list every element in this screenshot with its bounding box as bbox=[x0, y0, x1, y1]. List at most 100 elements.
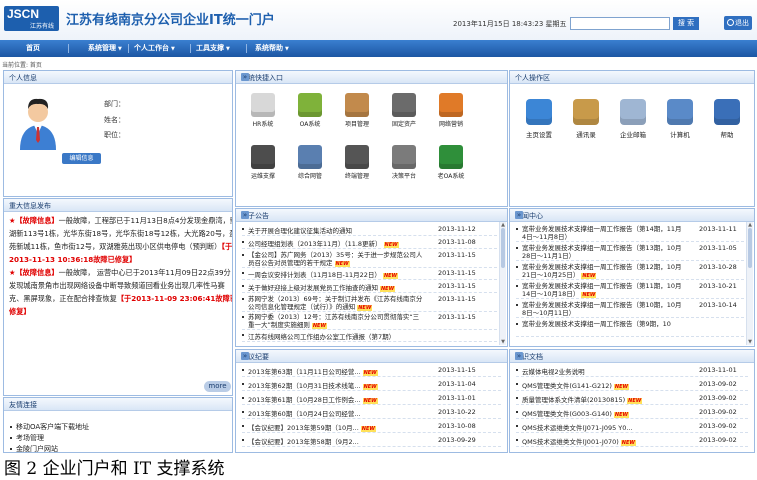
list-item-text: 云媒体电视2业务说明 bbox=[522, 368, 585, 376]
system-shortcut[interactable]: 决策平台 bbox=[384, 145, 424, 180]
list-item-text: 宽带业务发展技术支撑组一周工作报告（第11期，10月14日～10月18日） bbox=[522, 282, 682, 298]
list-item[interactable]: QMS管理类文件(G141-G212) NEW 2013-09-02 bbox=[516, 379, 748, 391]
more-icon[interactable]: » bbox=[241, 211, 249, 219]
list-item-text: 2013年第63期（11月11日公司经营... bbox=[248, 368, 361, 376]
bullet-icon bbox=[242, 285, 244, 287]
exit-button[interactable]: 退出 bbox=[724, 16, 752, 30]
more-button[interactable]: more bbox=[204, 381, 231, 392]
announcement-item[interactable]: ★【故障信息】一般故障，工程部已于11月13日8点4分发现金鼎湾，鄢湖新113号… bbox=[9, 216, 232, 264]
list-item-text: 一周会议安排计划表（11月18日-11月22日） bbox=[248, 271, 381, 279]
system-shortcut[interactable]: HR系统 bbox=[243, 93, 283, 128]
system-shortcut[interactable]: 固定资产 bbox=[384, 93, 424, 128]
system-shortcut[interactable]: 运维支撑 bbox=[243, 145, 283, 180]
scrollbar[interactable]: ▲ ▼ bbox=[499, 222, 506, 345]
quick-link-item[interactable]: 考场管理 bbox=[10, 433, 44, 443]
bullet-icon bbox=[516, 369, 518, 371]
hr-icon bbox=[251, 93, 275, 117]
list-item[interactable]: 【会议纪要】2013年第58期（9月2... 2013-09-29 bbox=[242, 435, 501, 447]
personal-op[interactable]: 通讯录 bbox=[564, 99, 608, 139]
list-item[interactable]: 2013年第60期（10月24日公司经营... 2013-10-22 bbox=[242, 407, 501, 419]
chevron-down-icon: ▼ bbox=[171, 46, 175, 52]
list-item[interactable]: 关于开展合理化建议征集活动的通知 2013-11-12 bbox=[242, 224, 497, 236]
announcement-item[interactable]: ★【故障信息】一般故障， 运营中心已于2013年11月09日22点39分发现城南… bbox=[9, 268, 232, 316]
list-item-text: 质量管理体系文件清单(20130815) bbox=[522, 396, 626, 404]
system-shortcut[interactable]: 综合网管 bbox=[290, 145, 330, 180]
scrollbar[interactable]: ▲ ▼ bbox=[746, 222, 753, 345]
list-item-date: 2013-09-02 bbox=[699, 380, 737, 388]
search-button[interactable]: 搜 索 bbox=[673, 17, 699, 30]
nav-system-help[interactable]: 系统帮助 ▼ bbox=[255, 40, 289, 57]
more-icon[interactable]: » bbox=[241, 73, 249, 81]
list-item-title: 质量管理体系文件清单(20130815) NEW bbox=[522, 394, 684, 404]
nav-system-management[interactable]: 系统管理 ▼ bbox=[88, 40, 122, 57]
list-item[interactable]: 2013年第62期（10月31日技术线笔... NEW 2013-11-04 bbox=[242, 379, 501, 391]
list-item-text: 关于开展合理化建议征集活动的通知 bbox=[248, 227, 352, 235]
list-item[interactable]: 宽带业务发展技术支撑组一周工作报告（第13期，10月28日～11月1日） 2013… bbox=[516, 243, 744, 261]
terminal-icon bbox=[345, 145, 369, 169]
old-oa-icon bbox=[439, 145, 463, 169]
announcement-tag: ★【故障信息】 bbox=[9, 216, 59, 225]
list-item[interactable]: 宽带业务发展技术支撑组一周工作报告（第11期，10月14日～10月18日） NEW… bbox=[516, 281, 744, 299]
oa-icon bbox=[298, 93, 322, 117]
bullet-icon bbox=[516, 383, 518, 385]
system-shortcut[interactable]: 网络营销 bbox=[431, 93, 471, 128]
nav-home[interactable]: 首页 bbox=[26, 40, 40, 57]
more-icon[interactable]: » bbox=[241, 352, 249, 360]
panel-title: 个人信息 bbox=[9, 74, 37, 82]
system-shortcut[interactable]: 终端管理 bbox=[337, 145, 377, 180]
personal-op[interactable]: 主页设置 bbox=[517, 99, 561, 139]
personal-op[interactable]: 企业邮箱 bbox=[611, 99, 655, 139]
more-icon[interactable]: » bbox=[515, 211, 523, 219]
list-item[interactable]: 宽带业务发展技术支撑组一周工作报告（第12期，10月21日～10月25日） NEW… bbox=[516, 262, 744, 280]
chevron-down-icon: ▼ bbox=[226, 46, 230, 52]
list-item[interactable]: 2013年第63期（11月11日公司经营... NEW 2013-11-15 bbox=[242, 365, 501, 377]
list-item-title: 江苏有线网络公司工作组办公室工作通报（第7期） bbox=[248, 331, 424, 341]
list-item-title: 【会议纪要】2013年第58期（9月2... bbox=[248, 436, 424, 446]
list-item[interactable]: 公司经理组划表（2013年11月）（11.8更新） NEW 2013-11-08 bbox=[242, 237, 497, 249]
list-item-text: 宽带业务发展技术支撑组一周工作报告（第10期，10月8日～10月11日） bbox=[522, 301, 682, 317]
jscn-logo: JSCN 江苏有线 bbox=[4, 6, 59, 31]
bullet-icon bbox=[242, 425, 244, 427]
personal-op[interactable]: 计算机 bbox=[658, 99, 702, 139]
list-item[interactable]: 苏网宁发（2013）69号：关于制订并发布《江苏有线南京分公司信息化管理规定（试… bbox=[242, 294, 497, 312]
list-item[interactable]: 一周会议安排计划表（11月18日-11月22日） NEW 2013-11-15 bbox=[242, 268, 497, 280]
system-shortcut[interactable]: OA系统 bbox=[290, 93, 330, 128]
list-item[interactable]: 2013年第61期（10月28日工作例会... NEW 2013-11-01 bbox=[242, 393, 501, 405]
system-shortcut-label: 老OA系统 bbox=[437, 173, 465, 180]
list-item-title: 苏网宁委（2013）12号：江苏有线南京分公司贯彻落实“三重一大”制度实施细则 N… bbox=[248, 313, 424, 330]
quick-link-item[interactable]: 移动OA客户端下载地址 bbox=[9, 422, 89, 432]
system-shortcut[interactable]: 项目管理 bbox=[337, 93, 377, 128]
nav-tool-support[interactable]: 工具支撑 ▼ bbox=[196, 40, 230, 57]
system-shortcut[interactable]: 老OA系统 bbox=[431, 145, 471, 180]
list-item[interactable]: 江苏有线网络公司工作组办公室工作通报（第7期） bbox=[242, 330, 497, 342]
list-item[interactable]: 云媒体电视2业务说明 2013-11-01 bbox=[516, 365, 748, 377]
list-item-title: 宽带业务发展技术支撑组一周工作报告（第14期，11月4日～11月8日） bbox=[522, 225, 684, 241]
list-item-date: 2013-10-22 bbox=[438, 408, 476, 416]
list-item[interactable]: 【金公司】苏广网务（2013）35号：关于进一步规范公司人员召公告对员管理的若干… bbox=[242, 250, 497, 268]
list-item-text: 宽带业务发展技术支撑组一周工作报告（第13期，10月28日～11月1日） bbox=[522, 244, 682, 260]
list-item[interactable]: 宽带业务发展技术支撑组一周工作报告（第14期，11月4日～11月8日） 2013-… bbox=[516, 224, 744, 242]
list-item-text: 宽带业务发展技术支撑组一周工作报告（第14期，11月4日～11月8日） bbox=[522, 225, 682, 241]
nav-personal-workbench[interactable]: 个人工作台 ▼ bbox=[134, 40, 175, 57]
edit-info-button[interactable]: 编辑信息 bbox=[62, 153, 101, 164]
bullet-icon bbox=[516, 411, 518, 413]
system-shortcut-label: 综合网管 bbox=[297, 173, 322, 180]
panel-title: 重大信息发布 bbox=[9, 202, 51, 210]
list-item[interactable]: 【会议纪要】2013年第59期（10月... NEW 2013-10-08 bbox=[242, 421, 501, 433]
list-item[interactable]: QMS技术运维类文件(J071-J095 Y0... 2013-09-02 bbox=[516, 421, 748, 433]
list-item[interactable]: 宽带业务发展技术支撑组一周工作报告（第10期，10月8日～10月11日） 2013… bbox=[516, 300, 744, 318]
list-item[interactable]: 苏网宁委（2013）12号：江苏有线南京分公司贯彻落实“三重一大”制度实施细则 N… bbox=[242, 312, 497, 330]
personal-op[interactable]: 帮助 bbox=[705, 99, 749, 139]
quick-link-item[interactable]: 金陵门户网站 bbox=[10, 444, 58, 452]
list-item-date: 2013-11-12 bbox=[438, 225, 476, 233]
list-item[interactable]: 质量管理体系文件清单(20130815) NEW 2013-09-02 bbox=[516, 393, 748, 405]
list-item[interactable]: 宽带业务发展技术支撑组一周工作报告（第9期，10 bbox=[516, 319, 744, 337]
list-item-title: 公司经理组划表（2013年11月）（11.8更新） NEW bbox=[248, 238, 424, 248]
list-item-title: QMS技术运维类文件(J001-J070) NEW bbox=[522, 436, 684, 446]
list-item[interactable]: QMS技术运维类文件(J001-J070) NEW 2013-09-02 bbox=[516, 435, 748, 447]
list-item[interactable]: QMS管理类文件(G003-G140) NEW 2013-09-02 bbox=[516, 407, 748, 419]
more-icon[interactable]: » bbox=[515, 352, 523, 360]
list-item[interactable]: 关于做好迎接上级对发展党员工作抽查的通知 NEW 2013-11-15 bbox=[242, 281, 497, 293]
search-input[interactable] bbox=[570, 17, 670, 30]
bullet-icon bbox=[242, 369, 244, 371]
